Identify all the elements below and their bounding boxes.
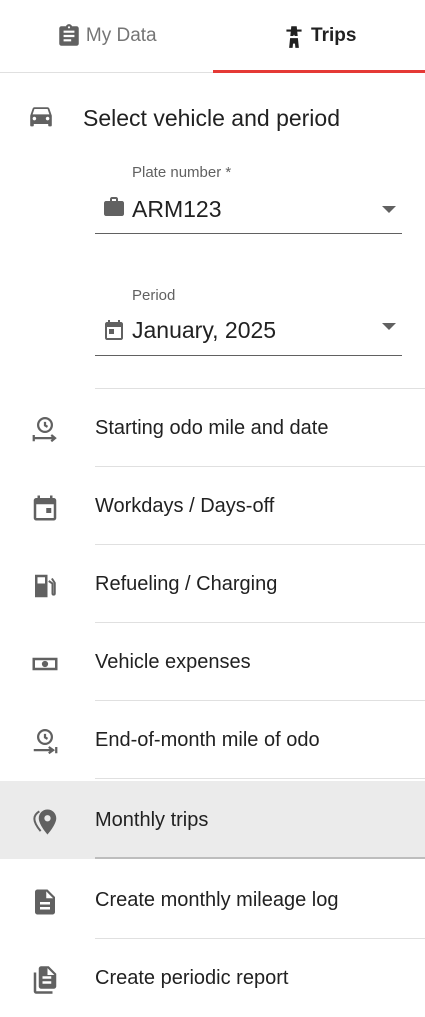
menu-item-monthly-trips[interactable]: Monthly trips xyxy=(0,781,425,859)
chevron-down-icon xyxy=(382,206,396,213)
menu-item-label: Starting odo mile and date xyxy=(95,417,329,440)
menu-item-vehicle-expenses[interactable]: Vehicle expenses xyxy=(0,623,425,701)
clipboard-icon xyxy=(56,23,82,49)
menu-item-label: Vehicle expenses xyxy=(95,651,251,674)
period-value: January, 2025 xyxy=(132,317,276,344)
divider xyxy=(95,778,425,779)
period-label: Period xyxy=(132,287,175,304)
plate-number-value: ARM123 xyxy=(132,196,221,223)
clock-arrow-end-icon xyxy=(30,727,60,757)
section-title: Select vehicle and period xyxy=(83,105,340,132)
plate-underline xyxy=(95,233,402,234)
menu-item-label: Workdays / Days-off xyxy=(95,495,274,518)
menu-item-label: Create periodic report xyxy=(95,967,288,990)
clock-arrow-start-icon xyxy=(30,415,60,445)
menu-item-label: Monthly trips xyxy=(95,809,208,832)
menu-item-label: Create monthly mileage log xyxy=(95,889,338,912)
tab-my-data-label: My Data xyxy=(86,25,157,47)
tab-trips[interactable]: Trips xyxy=(213,0,425,72)
calendar-icon xyxy=(102,318,126,342)
tab-trips-label: Trips xyxy=(311,25,356,47)
location-pin-icon xyxy=(30,807,60,837)
menu-item-starting-odo[interactable]: Starting odo mile and date xyxy=(0,389,425,467)
car-icon xyxy=(26,106,56,130)
plate-number-label: Plate number * xyxy=(132,164,231,181)
fuel-pump-icon xyxy=(30,571,60,601)
document-icon xyxy=(30,887,60,917)
briefcase-icon xyxy=(102,195,126,219)
calendar-day-icon xyxy=(30,493,60,523)
menu-item-refueling[interactable]: Refueling / Charging xyxy=(0,545,425,623)
documents-icon xyxy=(30,965,60,995)
tab-my-data[interactable]: My Data xyxy=(0,0,213,72)
plate-number-select[interactable]: Plate number * ARM123 xyxy=(95,160,402,236)
section-header: Select vehicle and period xyxy=(0,96,425,140)
chevron-down-icon xyxy=(382,323,396,330)
menu-item-create-monthly-log[interactable]: Create monthly mileage log xyxy=(0,861,425,939)
menu-item-label: End-of-month mile of odo xyxy=(95,729,320,752)
period-underline xyxy=(95,355,402,356)
menu-item-workdays[interactable]: Workdays / Days-off xyxy=(0,467,425,545)
menu-item-create-periodic-report[interactable]: Create periodic report xyxy=(0,939,425,1017)
menu-item-label: Refueling / Charging xyxy=(95,573,277,596)
money-icon xyxy=(30,649,60,679)
menu-item-end-of-month-odo[interactable]: End-of-month mile of odo xyxy=(0,701,425,779)
tab-bar: My Data Trips xyxy=(0,0,425,73)
period-select[interactable]: Period January, 2025 xyxy=(95,283,402,359)
divider xyxy=(95,857,425,859)
road-icon xyxy=(281,23,307,49)
